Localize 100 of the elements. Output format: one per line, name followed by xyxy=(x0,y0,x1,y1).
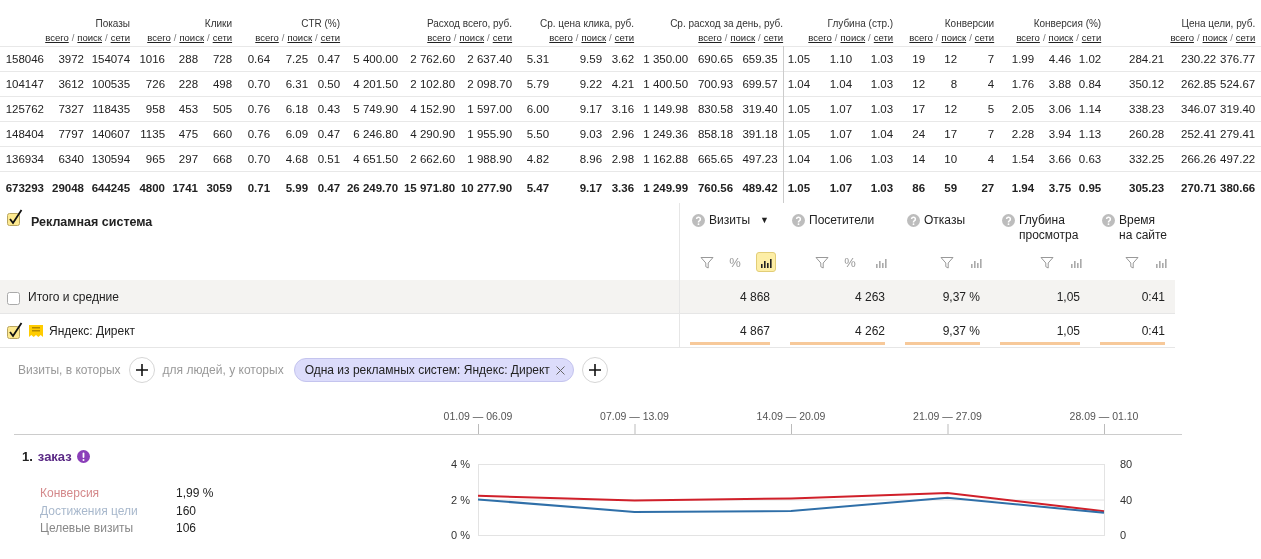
table-cell: 0.47 xyxy=(308,121,341,147)
table-cell: 2 762.60 xyxy=(398,46,456,72)
filter-icon[interactable] xyxy=(940,255,954,269)
table-cell: 1 597.00 xyxy=(455,96,513,122)
table-cell: 262.85 xyxy=(1164,71,1217,97)
table-cell: 4800 xyxy=(130,171,166,203)
column-link[interactable]: всего xyxy=(427,32,451,43)
column-header[interactable]: Посетители xyxy=(809,213,875,228)
table-cell: 6.09 xyxy=(270,121,309,147)
column-link[interactable]: всего xyxy=(698,32,722,43)
row-label[interactable]: Яндекс: Директ xyxy=(49,323,136,338)
column-header[interactable]: Отказы xyxy=(924,213,965,228)
column-link[interactable]: всего xyxy=(1170,32,1194,43)
column-header: Глубина (стр.) xyxy=(826,18,894,29)
separator: / xyxy=(453,32,457,43)
help-icon[interactable] xyxy=(907,214,920,227)
column-link[interactable]: поиск xyxy=(941,32,967,43)
table-cell: 12 xyxy=(925,96,958,122)
table-cell: 1.07 xyxy=(810,121,853,147)
filter-chip[interactable]: Одна из рекламных систем: Яндекс: Директ xyxy=(293,358,574,382)
column-link[interactable]: всего xyxy=(255,32,279,43)
column-link[interactable]: всего xyxy=(549,32,573,43)
separator: / xyxy=(724,32,728,43)
column-link[interactable]: всего xyxy=(909,32,933,43)
column-link[interactable]: поиск xyxy=(1202,32,1228,43)
checkbox[interactable] xyxy=(7,322,23,339)
table-cell: 24 xyxy=(893,121,926,147)
table-cell: 3.36 xyxy=(602,171,635,203)
column-link[interactable]: сети xyxy=(1235,32,1256,43)
filter-icon[interactable] xyxy=(1125,255,1139,269)
column-link[interactable]: поиск xyxy=(730,32,756,43)
help-icon[interactable] xyxy=(792,214,805,227)
add-button[interactable] xyxy=(581,357,608,383)
table-cell: 3612 xyxy=(44,71,84,97)
table-cell: 1.05 xyxy=(783,46,811,72)
axis-label: 80 xyxy=(1120,458,1133,470)
table-cell: 9.03 xyxy=(549,121,603,147)
separator: / xyxy=(315,32,318,43)
stat-value: 1,99 % xyxy=(176,485,215,502)
column-link[interactable]: сети xyxy=(212,32,233,43)
column-link[interactable]: сети xyxy=(1081,32,1102,43)
table-cell: 0.95 xyxy=(1071,171,1102,203)
separator: / xyxy=(935,32,939,43)
add-button[interactable] xyxy=(128,357,155,383)
table-cell-text: 0:41 xyxy=(1140,289,1165,304)
column-link[interactable]: сети xyxy=(614,32,635,43)
table-cell: 6.00 xyxy=(512,96,550,122)
table-cell: 59 xyxy=(925,171,958,203)
help-icon[interactable] xyxy=(692,214,705,227)
column-link[interactable]: поиск xyxy=(581,32,607,43)
table-cell-text: 4 867 xyxy=(738,323,770,338)
column-link[interactable]: всего xyxy=(1016,32,1040,43)
table-cell: 1 249.99 xyxy=(634,171,689,203)
column-link[interactable]: всего xyxy=(808,32,832,43)
column-link[interactable]: сети xyxy=(110,32,131,43)
column-header[interactable]: Время на сайте xyxy=(1119,213,1171,243)
separator: / xyxy=(868,32,871,43)
table-cell: 10 xyxy=(925,146,958,172)
row-label[interactable]: Итого и средние xyxy=(28,289,119,304)
table-cell: 15 971.80 xyxy=(398,171,456,203)
column-link[interactable]: всего xyxy=(45,32,69,43)
column-link[interactable]: сети xyxy=(492,32,513,43)
column-link[interactable]: поиск xyxy=(840,32,866,43)
column-link[interactable]: поиск xyxy=(459,32,485,43)
column-link[interactable]: сети xyxy=(763,32,784,43)
filter-icon[interactable] xyxy=(700,255,714,269)
table-cell: 1 350.00 xyxy=(634,46,689,72)
table-cell: 2 637.40 xyxy=(455,46,513,72)
table-cell: 319.40 xyxy=(1216,96,1256,122)
table-cell: 1.07 xyxy=(810,96,853,122)
column-header: Ср. цена клика, руб. xyxy=(539,18,635,29)
table-cell: 12 xyxy=(925,46,958,72)
column-link[interactable]: поиск xyxy=(1048,32,1074,43)
separator: / xyxy=(609,32,612,43)
goal-link[interactable]: заказ xyxy=(37,449,72,464)
column-header[interactable]: Визиты xyxy=(709,213,751,228)
table-cell: 2.96 xyxy=(602,121,635,147)
column-header[interactable]: Глубина просмотра xyxy=(1019,213,1086,243)
axis-label: 0 xyxy=(1120,529,1127,541)
column-link[interactable]: поиск xyxy=(287,32,313,43)
column-link[interactable]: сети xyxy=(873,32,894,43)
column-header: Ср. расход за день, руб. xyxy=(669,18,784,29)
table-cell: 230.22 xyxy=(1164,46,1217,72)
filter-icon[interactable] xyxy=(815,255,829,269)
close-icon[interactable] xyxy=(555,365,565,375)
table-cell: 3.06 xyxy=(1034,96,1072,122)
table-cell: 1.04 xyxy=(810,71,853,97)
column-link[interactable]: сети xyxy=(320,32,341,43)
filter-icon[interactable] xyxy=(1040,255,1054,269)
column-link[interactable]: всего xyxy=(147,32,171,43)
help-icon[interactable] xyxy=(1102,214,1115,227)
separator: / xyxy=(1076,32,1079,43)
warning-icon[interactable] xyxy=(76,450,90,463)
help-icon[interactable] xyxy=(1002,214,1015,227)
column-link[interactable]: сети xyxy=(974,32,995,43)
column-link[interactable]: поиск xyxy=(179,32,205,43)
axis-label: 07.09 — 13.09 xyxy=(600,410,669,422)
checkbox[interactable] xyxy=(7,209,23,226)
column-link[interactable]: поиск xyxy=(77,32,102,43)
chart-toggle[interactable] xyxy=(756,252,776,272)
